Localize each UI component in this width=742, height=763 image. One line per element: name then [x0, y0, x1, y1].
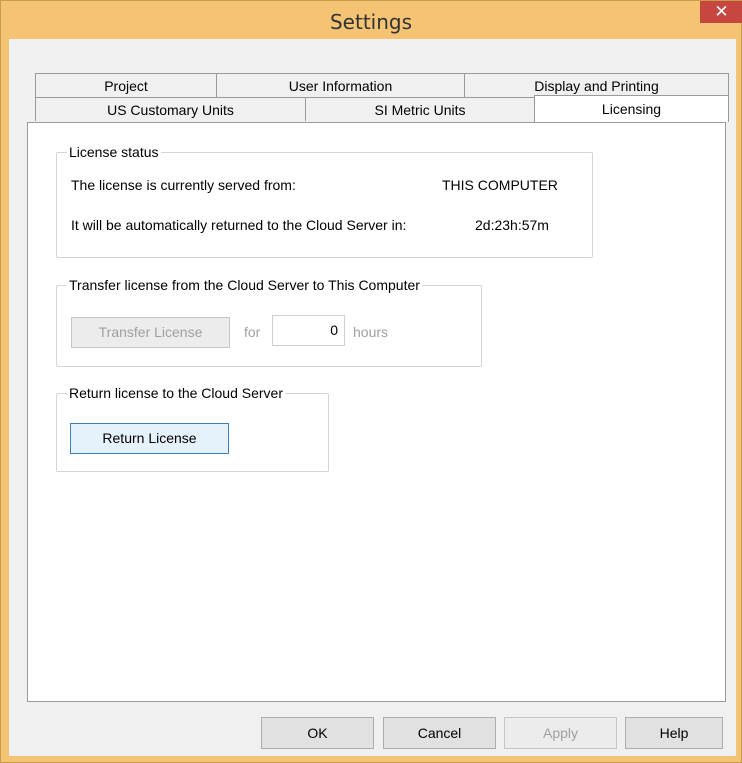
ok-button[interactable]: OK [261, 717, 374, 749]
for-label: for [244, 324, 261, 340]
tab-us-customary-units[interactable]: US Customary Units [35, 97, 306, 121]
tab-si-metric-units[interactable]: SI Metric Units [305, 97, 535, 121]
tab-display-and-printing[interactable]: Display and Printing [464, 73, 729, 97]
close-button[interactable]: ✕ [700, 1, 742, 23]
help-button[interactable]: Help [625, 717, 723, 749]
return-license-button[interactable]: Return License [70, 423, 229, 454]
transfer-license-button[interactable]: Transfer License [71, 317, 230, 348]
cancel-button[interactable]: Cancel [383, 717, 496, 749]
license-status-legend: License status [69, 144, 159, 160]
title-bar[interactable]: Settings ✕ [1, 1, 742, 39]
hours-input[interactable]: 0 [272, 315, 345, 346]
hours-label: hours [353, 324, 389, 340]
auto-return-label: It will be automatically returned to the… [71, 217, 407, 233]
return-license-legend: Return license to the Cloud Server [69, 385, 283, 401]
tab-user-information[interactable]: User Information [216, 73, 465, 97]
apply-button[interactable]: Apply [504, 717, 617, 749]
served-from-value: THIS COMPUTER [442, 177, 558, 193]
transfer-license-legend: Transfer license from the Cloud Server t… [69, 277, 420, 293]
served-from-label: The license is currently served from: [71, 177, 296, 193]
auto-return-value: 2d:23h:57m [475, 217, 549, 233]
license-status-group: License status [56, 144, 593, 258]
settings-window: Settings ✕ Project User Information Disp… [0, 0, 742, 763]
tab-project[interactable]: Project [35, 73, 217, 97]
tab-licensing[interactable]: Licensing [534, 95, 729, 122]
close-icon: ✕ [714, 2, 729, 21]
window-title: Settings [329, 10, 413, 34]
